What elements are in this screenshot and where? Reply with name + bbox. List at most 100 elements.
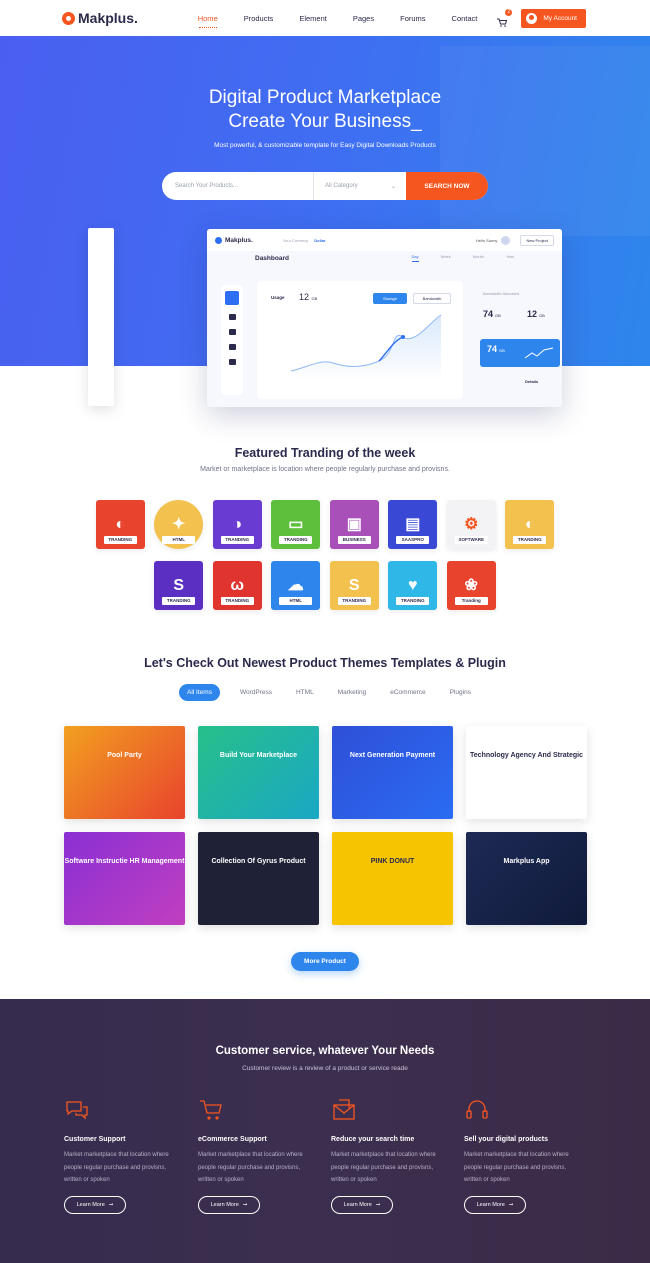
learn-more-button[interactable]: Learn More ➞ xyxy=(64,1195,126,1214)
tile-label: HTML xyxy=(162,536,196,544)
product-caption: Collection Of Gyrus Product xyxy=(211,858,306,865)
featured-product-tile[interactable]: ◐ TRANDING xyxy=(505,500,555,549)
more-product-button[interactable]: More Product xyxy=(291,952,359,971)
my-account-button[interactable]: My Account xyxy=(521,8,586,28)
logo-mark-icon xyxy=(62,11,75,25)
product-thumbnail[interactable]: PINK DONUT xyxy=(332,832,453,925)
dashboard-user-name: Hello Sunny xyxy=(475,237,498,243)
learn-more-button[interactable]: Learn More ➞ xyxy=(464,1195,526,1214)
tile-label: HTML xyxy=(279,597,313,605)
arrow-right-icon: ➞ xyxy=(242,1201,248,1208)
filter-html[interactable]: HTML xyxy=(296,689,314,696)
featured-product-tile[interactable]: ⚙ SOFTWARE xyxy=(446,500,496,549)
featured-product-tile[interactable]: ❀ Tranding xyxy=(446,561,496,610)
stat-highlight-card: 74 GB xyxy=(480,339,560,367)
category-select[interactable]: All Category ⌄ xyxy=(314,172,406,200)
featured-product-tile[interactable]: ◐ TRANDING xyxy=(95,500,145,549)
featured-product-tile[interactable]: S TRANDING xyxy=(154,561,204,610)
nav-forums[interactable]: Forums xyxy=(400,14,425,23)
filter-wordpress[interactable]: WordPress xyxy=(240,689,272,696)
nav-contact[interactable]: Contact xyxy=(452,14,478,23)
featured-product-tile[interactable]: ♥ TRANDING xyxy=(388,561,438,610)
product-thumbnail[interactable]: Software Instructie HR Management xyxy=(64,832,185,925)
search-now-button[interactable]: SEARCH NOW xyxy=(406,172,488,200)
envelope-icon xyxy=(331,1097,357,1123)
chevron-down-icon: ⌄ xyxy=(390,183,396,190)
search-input[interactable]: Search Your Products... xyxy=(162,172,314,200)
service-card: Customer Support Market marketplace that … xyxy=(64,1097,184,1214)
learn-more-label: Learn More xyxy=(476,1201,505,1208)
cart-count-badge: 2 xyxy=(505,8,513,16)
brand-logo[interactable]: Makplus. xyxy=(62,10,138,26)
arrow-right-icon: ➞ xyxy=(508,1201,514,1208)
product-thumbnail[interactable]: Next Generation Payment xyxy=(332,726,453,819)
featured-product-tile[interactable]: S TRANDING xyxy=(329,561,379,610)
currency-value: Dollar xyxy=(314,237,326,243)
product-logo-icon: ω xyxy=(230,576,244,594)
product-logo-icon: S xyxy=(173,576,185,594)
sparkline-icon xyxy=(524,347,554,359)
hero-title-line1: Digital Product Marketplace xyxy=(208,87,442,108)
tile-label: TRANDING xyxy=(279,536,313,544)
usage-chart-card: Usage 12 GB Storage Bandwidth xyxy=(257,281,463,399)
featured-product-tile[interactable]: ▤ SAASPRO xyxy=(388,500,438,549)
user-icon xyxy=(526,12,538,24)
product-caption: Technology Agency And Strategic xyxy=(470,752,583,759)
featured-product-tile[interactable]: ☁ HTML xyxy=(271,561,321,610)
service-description: Market marketplace that location where pe… xyxy=(331,1152,436,1183)
cart-button[interactable]: 2 xyxy=(497,8,513,27)
featured-title: Featured Tranding of the week xyxy=(234,446,416,460)
featured-product-tile[interactable]: ▭ TRANDING xyxy=(271,500,321,549)
product-caption: Next Generation Payment xyxy=(349,752,436,759)
dashboard-icon-sidebar xyxy=(221,285,243,395)
featured-product-tile[interactable]: ✦ HTML xyxy=(154,500,204,549)
tab-week: Week xyxy=(440,254,451,259)
featured-subtitle: Market or marketplace is location where … xyxy=(200,466,450,473)
nav-products[interactable]: Products xyxy=(244,14,274,23)
filter-plugins[interactable]: Plugins xyxy=(450,689,471,696)
tab-month: Month xyxy=(472,254,484,259)
currency-label: Your Currency xyxy=(282,237,309,243)
users-icon xyxy=(228,329,236,335)
product-thumbnail[interactable]: Pool Party xyxy=(64,726,185,819)
nav-home[interactable]: Home xyxy=(198,14,218,28)
product-caption: Build Your Marketplace xyxy=(219,752,298,759)
product-logo-icon: ✦ xyxy=(172,515,186,533)
featured-product-tile[interactable]: ω TRANDING xyxy=(212,561,262,610)
learn-more-button[interactable]: Learn More ➞ xyxy=(198,1195,260,1214)
product-thumbnail[interactable]: Markplus App xyxy=(466,832,587,925)
tile-label: BUSINESS xyxy=(337,536,371,544)
chat-bubbles-icon xyxy=(64,1097,90,1123)
arrow-right-icon: ➞ xyxy=(375,1201,381,1208)
dashboard-side-panel xyxy=(88,228,114,406)
learn-more-button[interactable]: Learn More ➞ xyxy=(331,1195,393,1214)
themes-filter-tabs: All Items WordPress HTML Marketing eComm… xyxy=(0,684,650,701)
product-thumbnail[interactable]: Technology Agency And Strategic xyxy=(466,726,587,819)
storage-toggle: Storage xyxy=(373,293,407,304)
dashboard-icon xyxy=(225,291,239,305)
cart-icon xyxy=(497,18,508,27)
featured-product-tile[interactable]: ▣ BUSINESS xyxy=(329,500,379,549)
product-logo-icon: ▭ xyxy=(288,515,304,533)
dashboard-logo-text: Makplus. xyxy=(225,236,253,244)
headset-icon xyxy=(464,1097,490,1123)
product-caption: PINK DONUT xyxy=(370,858,415,865)
service-description: Market marketplace that location where pe… xyxy=(198,1152,303,1183)
filter-marketing[interactable]: Marketing xyxy=(338,689,367,696)
nav-pages[interactable]: Pages xyxy=(353,14,374,23)
nav-element[interactable]: Element xyxy=(299,14,327,23)
stat-three: 74 GB xyxy=(487,344,505,354)
stat-two: 12 GB xyxy=(527,309,545,319)
product-logo-icon: ⚙ xyxy=(464,515,479,533)
product-thumbnail[interactable]: Build Your Marketplace xyxy=(198,726,319,819)
product-thumbnail[interactable]: Collection Of Gyrus Product xyxy=(198,832,319,925)
bandwidth-stat-title: Bandwidth Allocated xyxy=(483,291,520,296)
filter-all-items[interactable]: All Items xyxy=(179,684,220,701)
tile-label: SAASPRO xyxy=(396,536,430,544)
featured-product-tile[interactable]: ◑ TRANDING xyxy=(212,500,262,549)
currency-selector: Your Currency Dollar xyxy=(283,238,326,243)
tile-label: TRANDING xyxy=(396,597,430,605)
filter-ecommerce[interactable]: eCommerce xyxy=(390,689,425,696)
arrow-right-icon: ➞ xyxy=(108,1201,114,1208)
services-subtitle: Customer review is a review of a product… xyxy=(242,1065,408,1072)
